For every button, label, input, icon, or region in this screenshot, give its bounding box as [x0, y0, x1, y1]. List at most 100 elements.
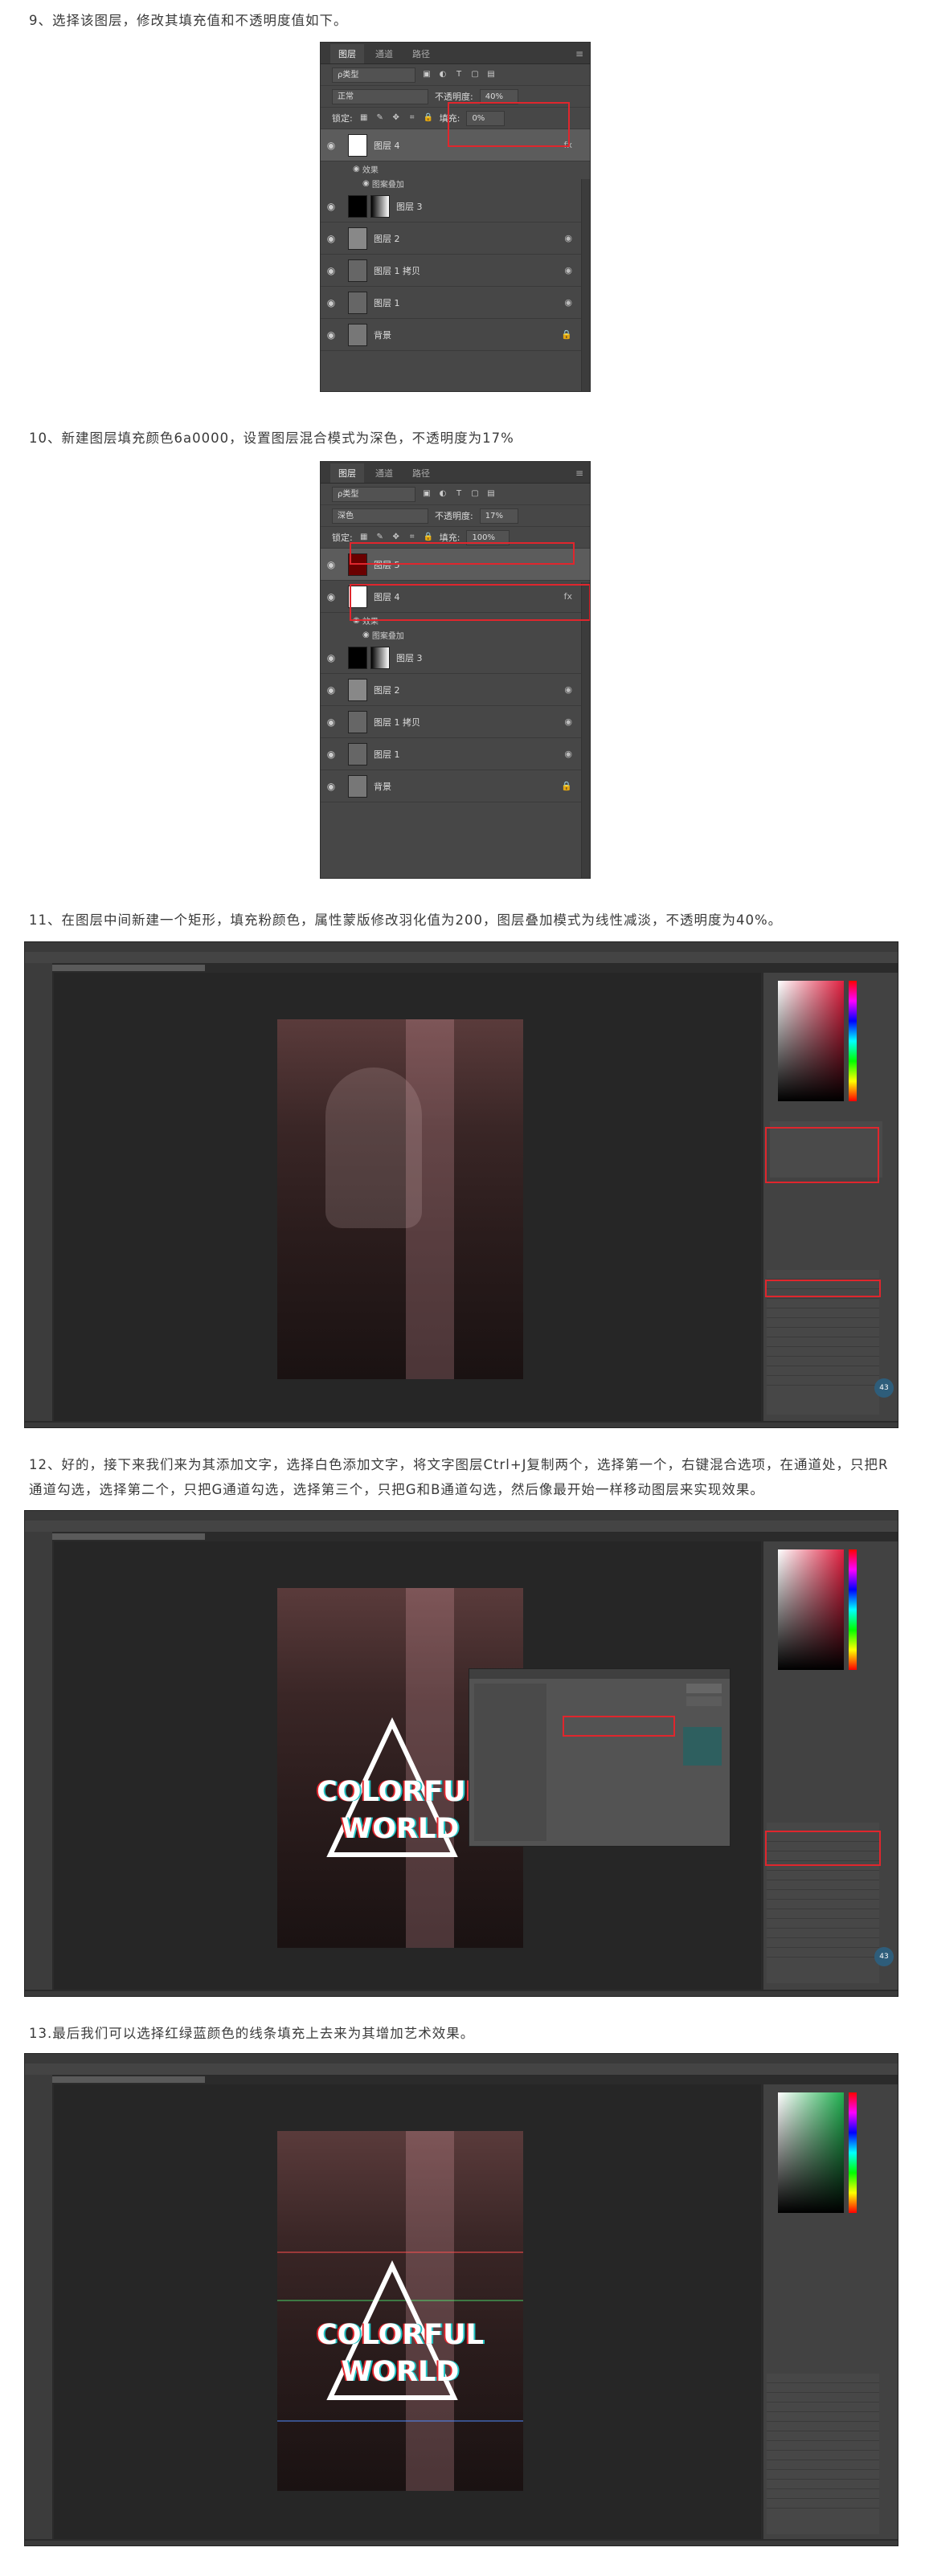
layer-name: 图层 1	[374, 749, 400, 760]
tools-panel[interactable]	[25, 963, 53, 1421]
visibility-eye-icon[interactable]: ◉	[321, 201, 342, 212]
visibility-eye-icon[interactable]: ◉	[321, 329, 342, 341]
visibility-eye-icon[interactable]: ◉	[321, 140, 342, 151]
smart-object-icon: ◉	[564, 233, 572, 243]
lock-transparent-icon[interactable]: ▦	[359, 113, 369, 123]
panel-menu-icon[interactable]: ≡	[575, 48, 583, 59]
layer-row[interactable]: ◉ 图层 2 ◉	[321, 222, 590, 255]
filter-adjust-icon[interactable]: ◐	[438, 70, 448, 80]
hue-slider[interactable]	[849, 981, 857, 1101]
pattern-overlay-row[interactable]: ◉ 图案叠加	[321, 627, 590, 642]
opacity-input[interactable]: 17%	[479, 508, 518, 524]
menu-bar[interactable]	[25, 942, 898, 952]
layer-thumbnail	[348, 227, 367, 250]
layer-row[interactable]: ◉ 图层 1 拷贝 ◉	[321, 255, 590, 287]
filter-shape-icon[interactable]: ▢	[470, 489, 480, 499]
tools-panel[interactable]	[25, 2075, 53, 2539]
layer-row[interactable]: ◉ 图层 1 拷贝 ◉	[321, 706, 590, 738]
lock-paint-icon[interactable]: ✎	[375, 533, 385, 542]
layer-row[interactable]: ◉ 图层 2 ◉	[321, 674, 590, 706]
blending-options-dialog[interactable]	[469, 1668, 731, 1847]
document-tab[interactable]	[52, 965, 205, 971]
tab-layers[interactable]: 图层	[330, 44, 364, 63]
lock-all-icon[interactable]: 🔒	[424, 113, 433, 123]
lock-artboard-icon[interactable]: ⌗	[407, 113, 417, 123]
highlight-box-layer	[350, 584, 590, 621]
lock-paint-icon[interactable]: ✎	[375, 113, 385, 123]
filter-smart-icon[interactable]: ▤	[486, 70, 496, 80]
panel-tabs: 图层 通道 路径 ≡	[321, 462, 590, 484]
visibility-eye-icon[interactable]: ◉	[321, 781, 342, 792]
layer-row[interactable]: ◉ 背景 🔒	[321, 770, 590, 802]
visibility-eye-icon[interactable]: ◉	[321, 559, 342, 570]
filter-shape-icon[interactable]: ▢	[470, 70, 480, 80]
layer-row[interactable]: ◉ 图层 1 ◉	[321, 738, 590, 770]
visibility-eye-icon[interactable]: ◉	[321, 652, 342, 663]
pattern-overlay-row[interactable]: ◉ 图案叠加	[321, 176, 590, 190]
kind-filter-select[interactable]: ρ类型	[332, 486, 415, 502]
lock-artboard-icon[interactable]: ⌗	[407, 533, 417, 542]
blend-mode-select[interactable]: 正常	[332, 88, 428, 104]
tab-paths[interactable]: 路径	[404, 463, 438, 483]
tab-layers[interactable]: 图层	[330, 463, 364, 483]
filter-text-icon[interactable]: T	[454, 489, 464, 499]
visibility-eye-icon[interactable]: ◉	[321, 749, 342, 760]
scrollbar[interactable]	[581, 582, 590, 878]
lock-all-icon[interactable]: 🔒	[424, 533, 433, 542]
layer-row[interactable]: ◉ 背景 🔒	[321, 319, 590, 351]
highlight-box	[448, 102, 570, 147]
effects-row[interactable]: ◉ 效果	[321, 161, 590, 176]
document-tab[interactable]	[52, 1533, 205, 1540]
panel-menu-icon[interactable]: ≡	[575, 467, 583, 479]
lock-move-icon[interactable]: ✥	[391, 113, 401, 123]
layer-name: 图层 2	[374, 233, 400, 244]
photoshop-screenshot-step11: 43	[24, 941, 898, 1428]
tab-channels[interactable]: 通道	[367, 44, 401, 63]
layer-name: 背景	[374, 781, 391, 792]
visibility-eye-icon[interactable]: ◉	[321, 297, 342, 308]
panel-tabs: 图层 通道 路径 ≡	[321, 43, 590, 64]
color-picker-field[interactable]	[778, 1549, 844, 1670]
opacity-label: 不透明度:	[435, 92, 473, 102]
filter-text-icon[interactable]: T	[454, 70, 464, 80]
overlay-eye-icon[interactable]: ◉	[362, 631, 372, 639]
menu-bar[interactable]	[25, 2054, 898, 2064]
lock-transparent-icon[interactable]: ▦	[359, 533, 369, 542]
filter-pixel-icon[interactable]: ▣	[422, 489, 432, 499]
style-list[interactable]	[474, 1684, 546, 1841]
hue-slider[interactable]	[849, 2092, 857, 2213]
kind-filter-select[interactable]: ρ类型	[332, 67, 415, 83]
visibility-eye-icon[interactable]: ◉	[321, 716, 342, 728]
lock-move-icon[interactable]: ✥	[391, 533, 401, 542]
visibility-eye-icon[interactable]: ◉	[321, 684, 342, 696]
filter-pixel-icon[interactable]: ▣	[422, 70, 432, 80]
visibility-eye-icon[interactable]: ◉	[321, 265, 342, 276]
visibility-eye-icon[interactable]: ◉	[321, 233, 342, 244]
hue-slider[interactable]	[849, 1549, 857, 1670]
tab-paths[interactable]: 路径	[404, 44, 438, 63]
filter-smart-icon[interactable]: ▤	[486, 489, 496, 499]
color-picker-field[interactable]	[778, 981, 844, 1101]
tools-panel[interactable]	[25, 1532, 53, 1990]
menu-bar[interactable]	[25, 1511, 898, 1521]
overlay-eye-icon[interactable]: ◉	[362, 179, 372, 188]
layer-thumbnail	[348, 194, 367, 218]
blend-mode-select[interactable]: 深色	[332, 508, 428, 524]
world-text: WORLD	[341, 2356, 460, 2388]
visibility-eye-icon[interactable]: ◉	[321, 591, 342, 602]
effects-eye-icon[interactable]: ◉	[353, 165, 362, 174]
smart-object-icon: ◉	[564, 265, 572, 276]
layer-row[interactable]: ◉ 图层 3	[321, 190, 590, 222]
tab-channels[interactable]: 通道	[367, 463, 401, 483]
scrollbar[interactable]	[581, 179, 590, 391]
filter-adjust-icon[interactable]: ◐	[438, 489, 448, 499]
layer-row[interactable]: ◉ 图层 3	[321, 642, 590, 674]
layer-thumbnail	[348, 133, 367, 157]
cancel-button[interactable]	[686, 1696, 722, 1706]
ok-button[interactable]	[686, 1684, 722, 1693]
document-tab[interactable]	[52, 2076, 205, 2083]
highlight-box-channels	[563, 1716, 675, 1737]
layers-list[interactable]	[767, 2374, 879, 2534]
layer-row[interactable]: ◉ 图层 1 ◉	[321, 287, 590, 319]
dialog-title	[469, 1669, 730, 1679]
